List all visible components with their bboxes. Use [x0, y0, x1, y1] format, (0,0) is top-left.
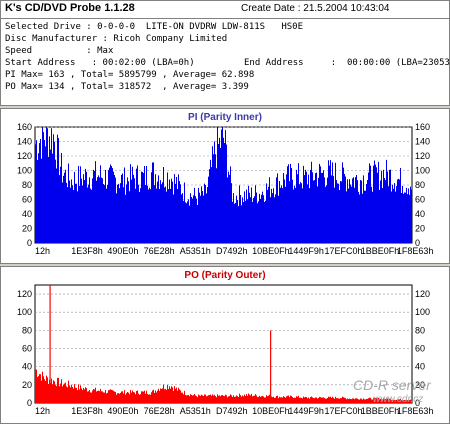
y-tick-label-left: 0 — [27, 238, 32, 248]
x-tick-label: 10BE0Fh — [252, 246, 290, 256]
x-tick-label: 10BE0Fh — [252, 406, 290, 416]
y-tick-label-left: 20 — [22, 380, 32, 390]
start-address: Start Address : 00:02:00 (LBA=0h) — [5, 58, 195, 68]
y-tick-label-left: 140 — [17, 137, 32, 147]
disc-manufacturer: Disc Manufacturer : Ricoh Company Limite… — [5, 34, 228, 44]
info-panel: K's CD/DVD Probe 1.1.28 Create Date : 21… — [0, 0, 450, 106]
y-tick-label-right: 100 — [415, 166, 430, 176]
pi-chart-panel: PI (Parity Inner) 0 0 20 20 40 40 60 60 80 80 100 1… — [0, 108, 450, 264]
watermark-url: www.cdr.cz — [373, 394, 424, 405]
y-tick-label-left: 0 — [27, 398, 32, 408]
y-tick-label-right: 140 — [415, 137, 430, 147]
title-row: K's CD/DVD Probe 1.1.28 Create Date : 21… — [5, 2, 445, 16]
header-divider — [1, 18, 449, 19]
speed: Speed : Max — [5, 46, 114, 56]
y-tick-label-right: 60 — [415, 344, 425, 354]
y-tick-label-right: 80 — [415, 180, 425, 190]
y-tick-label-right: 40 — [415, 209, 425, 219]
x-tick-label: 76E28h — [144, 246, 175, 256]
x-tick-label: 1E3F8h — [71, 246, 103, 256]
x-tick-label: 1449F9h — [288, 406, 324, 416]
y-tick-label-left: 100 — [17, 166, 32, 176]
x-tick-label: 490E0h — [107, 406, 138, 416]
y-tick-label-left: 80 — [22, 180, 32, 190]
y-tick-label-left: 60 — [22, 195, 32, 205]
y-tick-label-left: 100 — [17, 307, 32, 317]
y-tick-label-left: 60 — [22, 344, 32, 354]
y-tick-label-left: 20 — [22, 224, 32, 234]
y-tick-label-right: 120 — [415, 151, 430, 161]
watermark-logo: CD-R server — [353, 377, 431, 393]
end-address: End Address : 00:00:00 (LBA=23053Ah) — [244, 58, 450, 68]
y-tick-label-right: 40 — [415, 362, 425, 372]
x-tick-label: 12h — [35, 246, 50, 256]
create-date: Create Date : 21.5.2004 10:43:04 — [241, 3, 390, 14]
x-tick-label: 76E28h — [144, 406, 175, 416]
y-tick-label-left: 160 — [17, 122, 32, 132]
probe-window: K's CD/DVD Probe 1.1.28 Create Date : 21… — [0, 0, 450, 424]
y-tick-label-left: 40 — [22, 209, 32, 219]
y-tick-label-left: 80 — [22, 325, 32, 335]
y-tick-label-right: 100 — [415, 307, 430, 317]
po-stats: PO Max= 134 , Total= 318572 , Average= 3… — [5, 82, 249, 92]
y-tick-label-right: 20 — [415, 224, 425, 234]
x-tick-label: 1BBE0Fh — [361, 406, 400, 416]
x-tick-label: A5351h — [180, 406, 211, 416]
x-tick-label: 1449F9h — [288, 246, 324, 256]
po-chart-panel: PO (Parity Outer) 0 0 20 20 40 40 60 60 80 80 100 1… — [0, 266, 450, 424]
x-tick-label: 1F8E63h — [397, 406, 434, 416]
x-tick-label: 1F8E63h — [397, 246, 434, 256]
pi-stats: PI Max= 163 , Total= 5895799 , Average= … — [5, 70, 255, 80]
x-tick-label: 1E3F8h — [71, 406, 103, 416]
x-tick-label: D7492h — [216, 406, 248, 416]
y-tick-label-left: 40 — [22, 362, 32, 372]
y-tick-label-left: 120 — [17, 289, 32, 299]
x-tick-label: 1BBE0Fh — [361, 246, 400, 256]
x-tick-label: 490E0h — [107, 246, 138, 256]
x-tick-label: 17EFC0h — [325, 246, 363, 256]
x-tick-label: D7492h — [216, 246, 248, 256]
y-tick-label-right: 80 — [415, 325, 425, 335]
y-tick-label-right: 160 — [415, 122, 430, 132]
x-tick-label: 12h — [35, 406, 50, 416]
pi-chart: 0 020 2040 4060 6080 80100 100120 120140 140160 1… — [17, 122, 434, 256]
y-tick-label-right: 60 — [415, 195, 425, 205]
x-tick-label: A5351h — [180, 246, 211, 256]
selected-drive: Selected Drive : 0-0-0-0 LITE-ON DVDRW L… — [5, 22, 304, 32]
app-title: K's CD/DVD Probe 1.1.28 — [5, 2, 135, 14]
y-tick-label-left: 120 — [17, 151, 32, 161]
y-tick-label-right: 120 — [415, 289, 430, 299]
x-tick-label: 17EFC0h — [325, 406, 363, 416]
